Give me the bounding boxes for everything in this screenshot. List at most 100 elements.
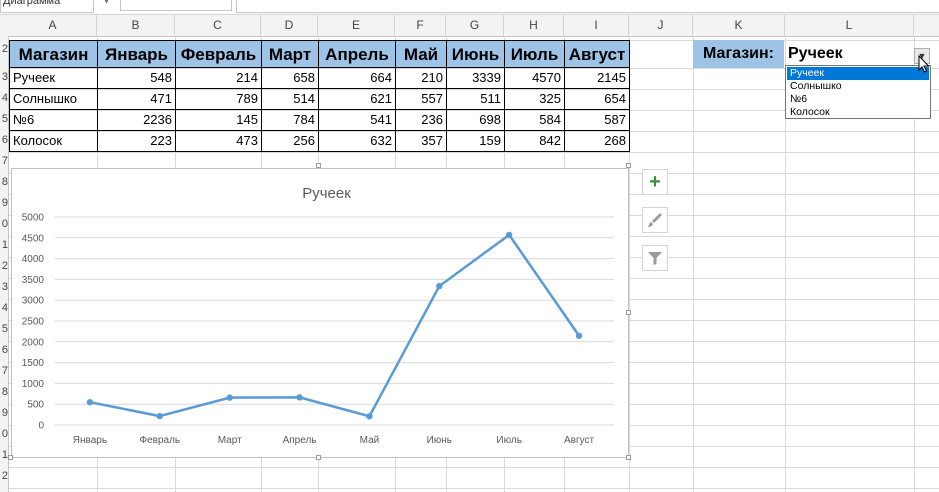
row-header[interactable]: 0 [0, 428, 8, 440]
store-name-cell[interactable]: Солнышко [9, 88, 98, 110]
row-header[interactable]: 9 [0, 197, 8, 209]
table-header-cell[interactable]: Март [261, 40, 319, 68]
row-header[interactable]: 5 [0, 113, 8, 125]
store-selector-value[interactable]: Ручеек [785, 40, 915, 68]
column-header[interactable]: E [318, 15, 395, 36]
column-header[interactable]: H [504, 15, 564, 36]
line-chart[interactable]: Ручеек 0 500 1000 1500 2000 2500 3000 3500 4000 45… [11, 168, 629, 458]
dropdown-option[interactable]: №6 [787, 93, 929, 106]
x-tick-label: Январь [73, 435, 107, 446]
column-header[interactable]: B [97, 15, 175, 36]
row-header[interactable]: 1 [0, 239, 8, 251]
value-cell[interactable]: 541 [318, 109, 396, 131]
table-header-cell[interactable]: Июль [504, 40, 565, 68]
table-header-cell[interactable]: Магазин [9, 40, 98, 68]
row-header[interactable]: 5 [0, 323, 8, 335]
column-header[interactable]: L [785, 15, 914, 36]
table-header-cell[interactable]: Июнь [446, 40, 505, 68]
value-cell[interactable]: 584 [504, 109, 565, 131]
value-cell[interactable]: 4570 [504, 67, 565, 89]
value-cell[interactable]: 3339 [446, 67, 505, 89]
row-header[interactable]: 8 [0, 386, 8, 398]
store-name-cell[interactable]: №6 [9, 109, 98, 131]
value-cell[interactable]: 654 [564, 88, 630, 110]
value-cell[interactable]: 210 [395, 67, 447, 89]
column-header[interactable]: G [446, 15, 504, 36]
dropdown-option[interactable]: Ручеек [787, 67, 929, 80]
row-header[interactable]: 2 [0, 43, 8, 55]
resize-handle[interactable] [626, 310, 631, 315]
value-cell[interactable]: 784 [261, 109, 319, 131]
namebox-dropdown-icon[interactable]: ▾ [104, 0, 109, 7]
table-header-cell[interactable]: Май [395, 40, 447, 68]
row-header[interactable]: 7 [0, 155, 8, 167]
chart-elements-button[interactable]: + [642, 169, 668, 195]
column-header[interactable]: D [261, 15, 318, 36]
row-header[interactable]: 9 [0, 407, 8, 419]
row-header[interactable]: 2 [0, 470, 8, 482]
column-header[interactable]: K [693, 15, 785, 36]
row-header[interactable]: 6 [0, 134, 8, 146]
value-cell[interactable]: 473 [175, 130, 262, 152]
row-header[interactable]: 2 [0, 260, 8, 272]
row-header[interactable]: 6 [0, 344, 8, 356]
value-cell[interactable]: 236 [395, 109, 447, 131]
row-header[interactable]: 3 [0, 71, 8, 83]
dropdown-option[interactable]: Колосок [787, 106, 929, 119]
formula-input[interactable] [236, 0, 939, 13]
value-cell[interactable]: 357 [395, 130, 447, 152]
column-header[interactable]: F [395, 15, 446, 36]
value-cell[interactable]: 268 [564, 130, 630, 152]
column-header[interactable]: I [564, 15, 629, 36]
value-cell[interactable]: 842 [504, 130, 565, 152]
column-header[interactable]: A [9, 15, 97, 36]
row-header[interactable]: 1 [0, 449, 8, 461]
name-box[interactable]: Диаграмма [0, 0, 94, 13]
value-cell[interactable]: 325 [504, 88, 565, 110]
store-selector-label: Магазин: [693, 40, 784, 68]
row-header[interactable]: 3 [0, 281, 8, 293]
dropdown-list[interactable]: Ручеек Солнышко №6 Колосок [785, 65, 931, 119]
value-cell[interactable]: 557 [395, 88, 447, 110]
value-cell[interactable]: 621 [318, 88, 396, 110]
store-name-cell[interactable]: Ручеек [9, 67, 98, 89]
table-header-cell[interactable]: Январь [97, 40, 176, 68]
value-cell[interactable]: 698 [446, 109, 505, 131]
value-cell[interactable]: 223 [97, 130, 176, 152]
table-header-cell[interactable]: Апрель [318, 40, 396, 68]
row-header[interactable]: 4 [0, 302, 8, 314]
value-cell[interactable]: 548 [97, 67, 176, 89]
resize-handle[interactable] [316, 163, 321, 168]
resize-handle[interactable] [626, 163, 631, 168]
column-header[interactable]: J [629, 15, 693, 36]
value-cell[interactable]: 514 [261, 88, 319, 110]
row-header[interactable]: 7 [0, 365, 8, 377]
chart-styles-button[interactable] [642, 207, 668, 233]
value-cell[interactable]: 2145 [564, 67, 630, 89]
chart-filters-button[interactable] [642, 245, 668, 271]
value-cell[interactable]: 2236 [97, 109, 176, 131]
value-cell[interactable]: 214 [175, 67, 262, 89]
value-cell[interactable]: 664 [318, 67, 396, 89]
value-cell[interactable]: 145 [175, 109, 262, 131]
value-cell[interactable]: 658 [261, 67, 319, 89]
table-header-cell[interactable]: Август [564, 40, 630, 68]
value-cell[interactable]: 256 [261, 130, 319, 152]
value-cell[interactable]: 159 [446, 130, 505, 152]
value-cell[interactable]: 789 [175, 88, 262, 110]
resize-handle[interactable] [316, 455, 321, 460]
formula-buttons[interactable] [120, 0, 232, 11]
row-header[interactable]: 0 [0, 218, 8, 230]
value-cell[interactable]: 587 [564, 109, 630, 131]
value-cell[interactable]: 511 [446, 88, 505, 110]
dropdown-option[interactable]: Солнышко [787, 80, 929, 93]
value-cell[interactable]: 632 [318, 130, 396, 152]
resize-handle[interactable] [626, 455, 631, 460]
column-header[interactable]: C [175, 15, 261, 36]
table-header-cell[interactable]: Февраль [175, 40, 262, 68]
resize-handle[interactable] [8, 455, 13, 460]
value-cell[interactable]: 471 [97, 88, 176, 110]
row-header[interactable]: 8 [0, 176, 8, 188]
store-name-cell[interactable]: Колосок [9, 130, 98, 152]
row-header[interactable]: 4 [0, 92, 8, 104]
